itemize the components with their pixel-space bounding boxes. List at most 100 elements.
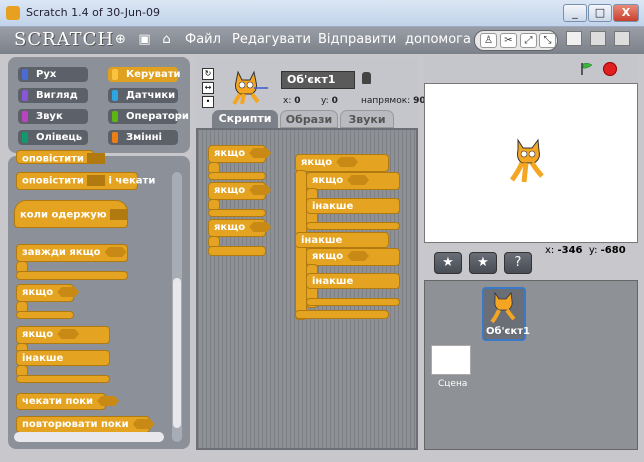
tab-costumes[interactable]: Образи <box>280 110 338 128</box>
c-block-bottom <box>295 310 389 319</box>
minimize-button[interactable]: _ <box>563 4 587 22</box>
script-inner-if-else-block[interactable]: якщо <box>306 172 400 190</box>
palette-block-else: інакше <box>16 350 110 366</box>
script-if-block[interactable]: якщо <box>208 145 272 163</box>
condition-slot[interactable] <box>57 329 80 339</box>
no-rotate-icon[interactable]: • <box>202 96 214 108</box>
category-pen[interactable]: Олівець <box>18 130 88 145</box>
block-label: оповістити <box>22 153 84 165</box>
palette-block-broadcast-wait[interactable]: оповістити і чекати <box>16 172 155 190</box>
flip-icon[interactable]: ↔ <box>202 82 214 94</box>
palette-vertical-scrollbar[interactable] <box>172 172 182 442</box>
lock-icon[interactable] <box>362 72 371 84</box>
palette-block-broadcast[interactable]: оповістити <box>16 150 105 165</box>
palette-block-if-else[interactable]: якщо <box>16 326 110 344</box>
dropdown-arrow[interactable] <box>109 209 128 220</box>
c-block-bottom <box>16 311 74 319</box>
tab-sounds[interactable]: Звуки <box>340 110 394 128</box>
script-if-else-block[interactable]: якщо <box>295 154 389 172</box>
tab-scripts[interactable]: Скрипти <box>212 110 278 128</box>
palette-block-forever-if[interactable]: завжди якщо <box>16 244 128 262</box>
condition-slot[interactable] <box>97 396 120 406</box>
choose-sprite-file-icon[interactable]: ★ <box>469 252 497 274</box>
category-sensing[interactable]: Датчики <box>108 88 178 103</box>
script-inner-if-else-block-2[interactable]: якщо <box>306 248 400 266</box>
block-label: повторювати поки <box>22 419 129 430</box>
condition-slot[interactable] <box>347 251 370 261</box>
category-label: Оператори <box>126 111 189 122</box>
condition-slot[interactable] <box>57 287 80 297</box>
app-icon <box>6 6 20 20</box>
direction-label: напрямок: <box>361 96 411 106</box>
category-motion[interactable]: Рух <box>18 67 88 82</box>
menu-edit[interactable]: Редагувати <box>232 32 311 47</box>
condition-slot[interactable] <box>249 222 272 232</box>
menu-file[interactable]: Файл <box>185 32 221 47</box>
rotate-icon[interactable]: ↻ <box>202 68 214 80</box>
c-block-bottom <box>208 209 266 217</box>
script-inner-else: інакше <box>306 198 400 214</box>
random-sprite-icon[interactable]: ? <box>504 252 532 274</box>
block-label: якщо <box>312 251 344 262</box>
category-variables[interactable]: Змінні <box>108 130 178 145</box>
category-panel: Рух Керувати Вигляд Датчики Звук Операто… <box>8 57 190 153</box>
category-operators[interactable]: Оператори <box>108 109 189 124</box>
script-if-block[interactable]: якщо <box>208 182 272 200</box>
dropdown-arrow[interactable] <box>86 175 105 186</box>
category-swatch <box>22 90 28 101</box>
condition-slot[interactable] <box>249 148 272 158</box>
paint-new-sprite-icon[interactable]: ★ <box>434 252 462 274</box>
mouse-coordinates: x: -346 y: -680 <box>545 245 626 256</box>
category-swatch <box>22 132 28 143</box>
palette-block-when-receive[interactable]: коли одержую <box>14 200 128 228</box>
sprite-name-input[interactable]: Об'єкт1 <box>281 71 355 89</box>
grow-icon[interactable]: ⤢ <box>520 33 537 48</box>
category-label: Олівець <box>36 132 83 143</box>
block-label: і чекати <box>108 175 156 187</box>
condition-slot[interactable] <box>249 185 272 195</box>
stage-cat-sprite[interactable] <box>508 136 550 186</box>
palette-horizontal-scrollbar[interactable] <box>14 432 164 442</box>
share-icon[interactable]: ⌂ <box>159 32 174 47</box>
small-stage-icon[interactable] <box>590 31 606 46</box>
menu-share[interactable]: Відправити <box>318 32 396 47</box>
condition-slot[interactable] <box>336 157 359 167</box>
stop-icon[interactable] <box>603 62 617 76</box>
menu-help[interactable]: допомога <box>405 32 471 47</box>
palette-block-wait-until[interactable]: чекати поки <box>16 393 120 410</box>
palette-block-repeat-until[interactable]: повторювати поки <box>16 416 155 433</box>
category-label: Датчики <box>126 90 176 101</box>
sprite-direction: напрямок: 90 <box>361 96 426 106</box>
category-sound[interactable]: Звук <box>18 109 88 124</box>
shrink-icon[interactable]: ⤡ <box>539 33 556 48</box>
script-inner-else-2: інакше <box>306 273 400 289</box>
category-control[interactable]: Керувати <box>108 67 181 82</box>
category-label: Вигляд <box>36 90 78 101</box>
save-icon[interactable]: ▣ <box>137 32 152 47</box>
script-if-block[interactable]: якщо <box>208 219 272 237</box>
maximize-button[interactable]: □ <box>588 4 612 22</box>
c-block-bottom <box>208 172 266 180</box>
stage-thumbnail[interactable] <box>431 345 471 375</box>
block-label: інакше <box>301 235 343 246</box>
sprite-thumb-cat-icon <box>490 291 516 324</box>
scrollbar-thumb[interactable] <box>173 278 181 428</box>
duplicate-icon[interactable]: ♙ <box>480 33 497 48</box>
presentation-icon[interactable] <box>614 31 630 46</box>
normal-layout-icon[interactable] <box>566 31 582 46</box>
globe-icon[interactable]: ⊕ <box>113 32 128 47</box>
close-button[interactable]: X <box>613 4 639 22</box>
palette-block-if[interactable]: якщо <box>16 284 80 302</box>
title-bar: Scratch 1.4 of 30-Jun-09 _ □ X <box>0 0 644 27</box>
stage-label: Сцена <box>438 379 468 389</box>
delete-icon[interactable]: ✂ <box>500 33 517 48</box>
condition-slot[interactable] <box>104 247 127 257</box>
condition-slot[interactable] <box>132 419 155 429</box>
block-label: якщо <box>214 185 246 196</box>
condition-slot[interactable] <box>347 175 370 185</box>
dropdown-arrow[interactable] <box>86 153 105 164</box>
green-flag-icon[interactable] <box>580 62 594 76</box>
category-label: Змінні <box>126 132 162 143</box>
category-looks[interactable]: Вигляд <box>18 88 88 103</box>
c-block-bottom <box>16 271 128 280</box>
